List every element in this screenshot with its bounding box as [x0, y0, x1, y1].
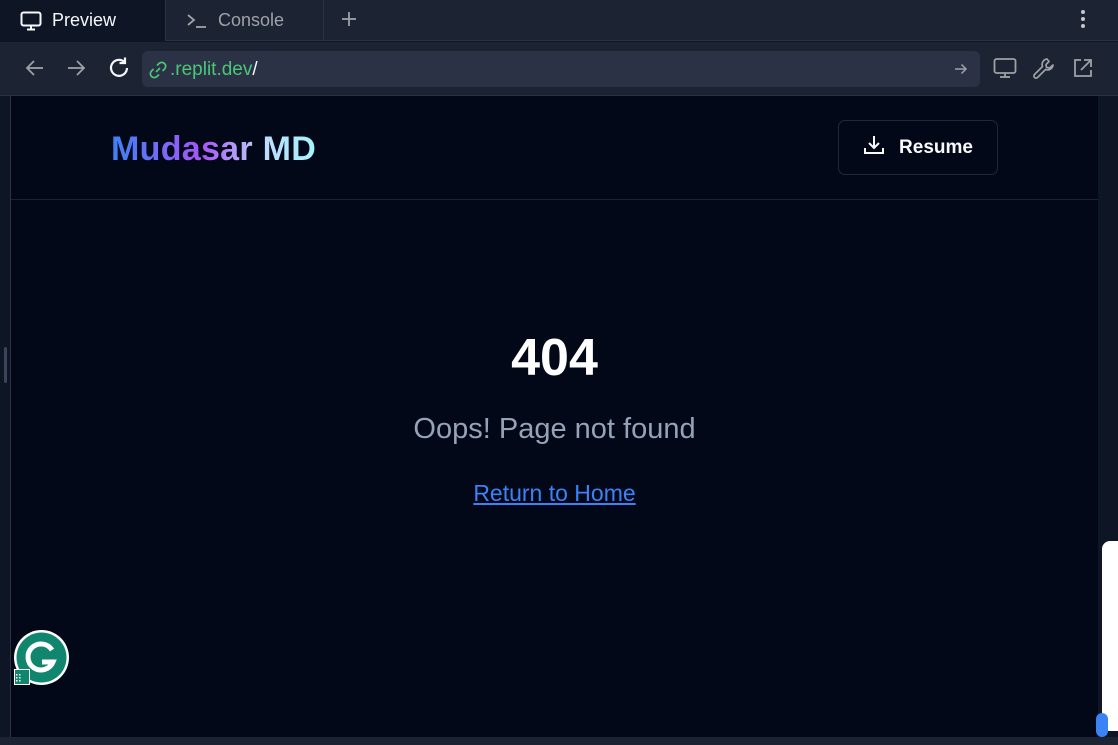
- back-button[interactable]: [22, 55, 48, 81]
- resume-button[interactable]: Resume: [838, 120, 998, 175]
- site-logo[interactable]: Mudasar MD: [111, 130, 316, 169]
- open-new-window-button[interactable]: [1070, 55, 1096, 81]
- devtools-button[interactable]: [1031, 55, 1057, 81]
- tab-console[interactable]: Console: [166, 0, 324, 41]
- devices-button[interactable]: [992, 55, 1018, 81]
- error-message: Oops! Page not found: [413, 413, 696, 445]
- more-options-icon[interactable]: [1072, 6, 1094, 32]
- link-icon: [148, 60, 168, 85]
- bottom-bar: [0, 737, 1118, 745]
- new-tab-button[interactable]: [338, 6, 360, 32]
- plus-icon: [342, 12, 356, 26]
- tab-bar: Preview Console: [0, 0, 1118, 41]
- preview-frame: Mudasar MD Resume 404 Oops! Page not fou…: [10, 96, 1098, 737]
- tab-preview-label: Preview: [52, 10, 117, 30]
- download-icon: [863, 134, 885, 162]
- site-header: Mudasar MD Resume: [11, 96, 1098, 200]
- tab-console-label: Console: [218, 10, 285, 30]
- monitor-icon: [20, 11, 42, 31]
- url-text: .replit.dev/: [170, 59, 258, 81]
- error-code: 404: [511, 329, 598, 387]
- arrow-left-icon: [25, 60, 43, 76]
- tab-preview[interactable]: Preview: [0, 0, 166, 41]
- external-link-icon: [1074, 59, 1092, 77]
- terminal-icon: [186, 12, 208, 30]
- monitor-icon: [993, 58, 1017, 78]
- wrench-icon: [1033, 58, 1054, 79]
- side-panel-indicator: [1096, 713, 1108, 737]
- arrow-right-icon: [68, 60, 86, 76]
- return-home-link[interactable]: Return to Home: [473, 480, 635, 506]
- go-arrow-icon[interactable]: [952, 60, 970, 83]
- url-domain: .replit.dev: [170, 59, 253, 80]
- resume-label: Resume: [899, 136, 973, 158]
- reload-icon: [109, 57, 129, 77]
- return-home-wrapper: Return to Home: [11, 480, 1098, 507]
- reload-button[interactable]: [106, 55, 132, 81]
- forward-button[interactable]: [63, 55, 89, 81]
- address-bar-row: .replit.dev/: [0, 42, 1118, 96]
- resize-handle[interactable]: [4, 347, 7, 383]
- url-field[interactable]: .replit.dev/: [142, 51, 980, 87]
- url-path: /: [252, 59, 258, 80]
- side-panel-tab[interactable]: [1102, 541, 1118, 731]
- grammarly-icon[interactable]: [13, 629, 70, 686]
